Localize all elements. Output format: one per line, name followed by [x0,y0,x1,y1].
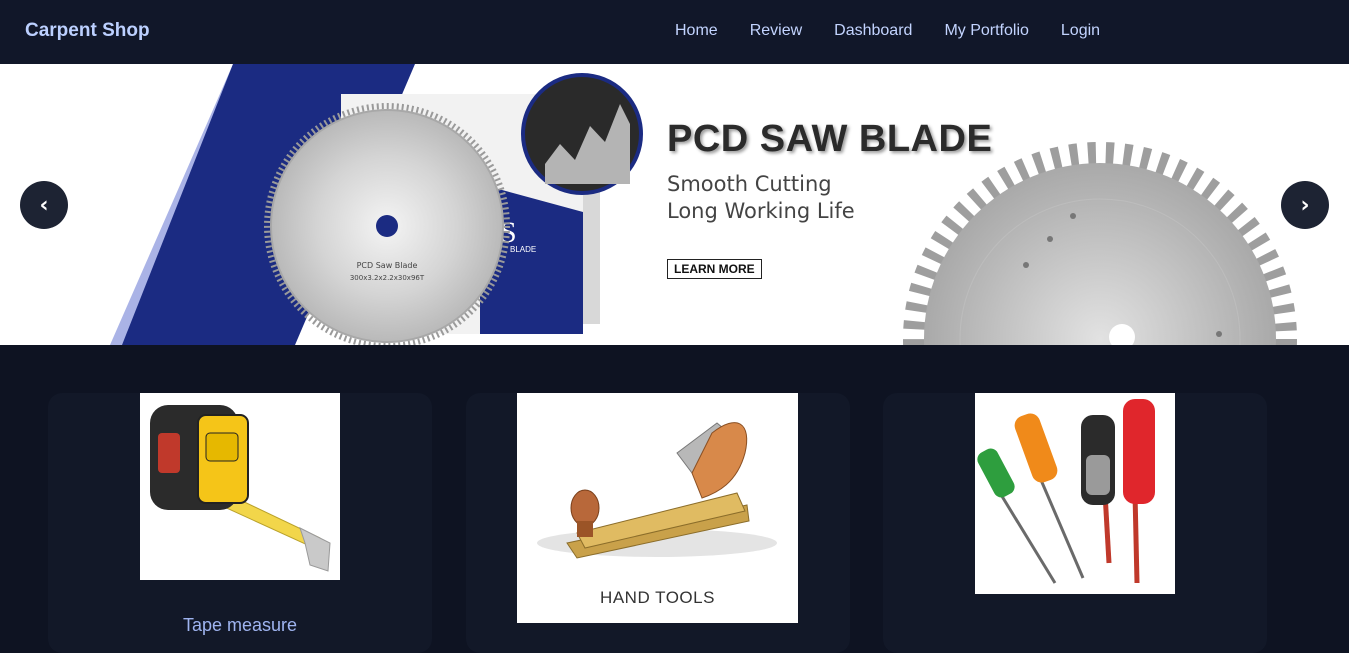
banner-subline-2: Long Working Life [667,199,855,223]
banner-headline: PCD SAW BLADE [667,118,993,160]
hand-plane-icon [537,422,777,559]
product-image-hand-plane[interactable]: HAND TOOLS [517,393,798,623]
navbar: Carpent Shop Home Review Dashboard My Po… [0,0,1349,64]
hand-tools-caption: HAND TOOLS [600,588,715,607]
nav-links: Home Review Dashboard My Portfolio Login [675,22,1132,40]
product-image-screwdrivers[interactable] [975,393,1175,594]
product-image-tape-measure[interactable] [140,393,340,580]
tape-measure-icon [150,405,331,572]
blade-label-2: 300x3.2x2.2x30x96T [350,274,425,282]
hero-banner: S BLADE PCD Saw Blade 300x3.2x2.2x30x96T… [0,64,1349,345]
blade-label-1: PCD Saw Blade [357,261,418,270]
screwdrivers-icon [977,399,1155,584]
small-blade-hole [376,215,398,237]
carousel-prev-button[interactable]: ‹ [20,181,68,229]
nav-login[interactable]: Login [1061,22,1100,40]
carousel-next-button[interactable]: › [1281,181,1329,229]
product-card-tape-measure[interactable]: Tape measure [48,393,432,653]
box-small-text: BLADE [510,245,536,254]
product-title: Tape measure [182,615,298,635]
nav-my-portfolio[interactable]: My Portfolio [944,22,1028,40]
nav-review[interactable]: Review [750,22,802,40]
learn-more-button[interactable]: LEARN MORE [667,259,762,279]
nav-dashboard[interactable]: Dashboard [834,22,912,40]
product-card-hand-tools[interactable]: HAND TOOLS [466,393,850,653]
nav-home[interactable]: Home [675,22,718,40]
product-card-screwdrivers[interactable] [883,393,1267,653]
banner-subline-1: Smooth Cutting [667,172,832,196]
brand-logo[interactable]: Carpent Shop [25,20,150,42]
large-blade [924,163,1276,345]
